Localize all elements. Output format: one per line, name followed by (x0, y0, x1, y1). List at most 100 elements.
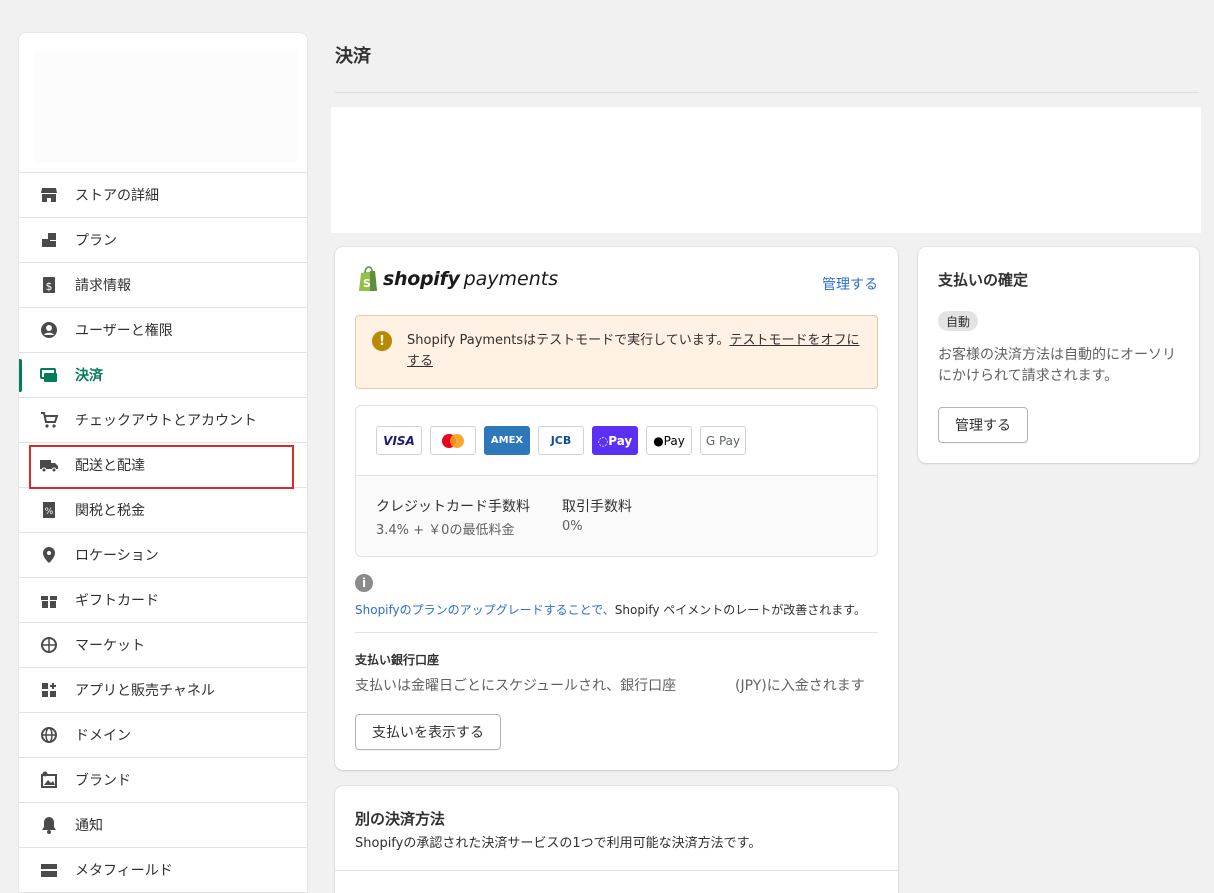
sidebar-item-payments[interactable]: 決済 (19, 353, 307, 398)
sidebar-item-label: メタフィールド (75, 863, 173, 879)
test-mode-banner: ! Shopify Paymentsはテストモードで実行しています。テストモード… (355, 315, 878, 389)
store-logo-placeholder (35, 51, 297, 163)
brand-name: shopify (383, 268, 460, 290)
capture-title: 支払いの確定 (938, 271, 1029, 289)
page-title: 決済 (335, 46, 371, 67)
sidebar-item-markets[interactable]: マーケット (19, 623, 307, 668)
sidebar-item-label: マーケット (75, 638, 145, 654)
payment-capture-card: 支払いの確定 自動 お客様の決済方法は自動的にオーソリにかけられて請求されます。… (918, 247, 1199, 463)
store-header (19, 33, 307, 173)
sidebar-item-store-details[interactable]: ストアの詳細 (19, 173, 307, 218)
status-badge: 自動 (938, 311, 979, 331)
sidebar-item-notifications[interactable]: 通知 (19, 803, 307, 848)
banner-text: Shopify Paymentsはテストモードで実行しています。 (407, 333, 730, 348)
payment-methods-box: VISA AMEX JCB ◌Pay ●Pay G Pay クレジットカード手数… (355, 405, 878, 557)
content-placeholder (331, 107, 1201, 233)
payments-icon (39, 365, 59, 385)
store-icon (39, 185, 59, 205)
svg-text:$: $ (46, 280, 53, 293)
sidebar-item-apps[interactable]: アプリと販売チャネル (19, 668, 307, 713)
domain-icon (39, 725, 59, 745)
jcb-icon: JCB (538, 426, 584, 455)
bank-account-currency: (JPY)に入金されます (735, 678, 865, 694)
credit-card-fee: クレジットカード手数料 3.4% + ￥0の最低料金 (376, 496, 530, 538)
card-divider (335, 870, 898, 871)
bank-account-title: 支払い銀行口座 (355, 653, 440, 667)
mastercard-icon (430, 426, 476, 455)
sidebar-item-checkout[interactable]: チェックアウトとアカウント (19, 398, 307, 443)
tax-icon: % (39, 500, 59, 520)
info-icon: i (355, 574, 373, 592)
sidebar-item-label: ブランド (75, 773, 131, 789)
upgrade-plan-link[interactable]: Shopifyのプランのアップグレードすることで、 (355, 603, 615, 617)
manage-capture-button[interactable]: 管理する (938, 407, 1028, 443)
sidebar-item-label: 配送と配達 (75, 458, 145, 474)
transaction-fee: 取引手数料 0% (562, 496, 632, 534)
apps-icon (39, 680, 59, 700)
sidebar-item-plan[interactable]: プラン (19, 218, 307, 263)
billing-icon: $ (39, 275, 59, 295)
metafield-icon (39, 860, 59, 880)
sidebar-item-users[interactable]: ユーザーと権限 (19, 308, 307, 353)
upgrade-note: Shopifyのプランのアップグレードすることで、Shopify ペイメントのレ… (355, 601, 866, 618)
visa-icon: VISA (376, 426, 422, 455)
credit-fee-label: クレジットカード手数料 (376, 499, 530, 515)
sidebar-item-label: ロケーション (75, 548, 159, 564)
amex-icon: AMEX (484, 426, 530, 455)
sidebar-item-label: 通知 (75, 818, 103, 834)
google-pay-icon: G Pay (700, 426, 746, 455)
shopify-bag-icon: S (359, 266, 377, 291)
alternative-payments-desc: Shopifyの承認された決済サービスの1つで利用可能な決済方法です。 (355, 836, 762, 851)
capture-desc: お客様の決済方法は自動的にオーソリにかけられて請求されます。 (938, 347, 1176, 384)
upgrade-text: Shopify ペイメントのレートが改善されます。 (614, 603, 867, 617)
svg-text:%: % (45, 507, 54, 517)
location-icon (39, 545, 59, 565)
sidebar-item-locations[interactable]: ロケーション (19, 533, 307, 578)
globe-icon (39, 635, 59, 655)
sidebar-item-label: ギフトカード (75, 593, 159, 609)
sidebar-item-shipping[interactable]: 配送と配達 (19, 443, 307, 489)
brand-suffix: payments (463, 268, 559, 290)
svg-text:S: S (363, 277, 371, 290)
gift-icon (39, 590, 59, 610)
sidebar-item-domains[interactable]: ドメイン (19, 713, 307, 758)
sidebar-item-label: ストアの詳細 (75, 188, 159, 204)
sidebar-item-brand[interactable]: ブランド (19, 758, 307, 803)
brand-icon (39, 770, 59, 790)
truck-icon (39, 455, 59, 475)
bell-icon (39, 815, 59, 835)
alternative-payments-title: 別の決済方法 (355, 810, 446, 828)
transaction-fee-value: 0% (562, 519, 583, 534)
bank-account-desc: 支払いは金曜日ごとにスケジュールされ、銀行口座 (355, 678, 677, 694)
plan-icon (39, 230, 59, 250)
title-divider (335, 92, 1199, 93)
alternative-payments-card: 別の決済方法 Shopifyの承認された決済サービスの1つで利用可能な決済方法で… (335, 786, 898, 893)
sidebar-item-label: アプリと販売チャネル (75, 683, 215, 699)
sidebar-item-label: プラン (75, 233, 117, 249)
sidebar-item-label: ユーザーと権限 (75, 323, 173, 339)
sidebar-item-label: 関税と税金 (75, 503, 145, 519)
warning-icon: ! (372, 331, 392, 351)
view-payouts-button[interactable]: 支払いを表示する (355, 714, 501, 750)
shopify-payments-logo: S shopify payments (357, 265, 558, 293)
manage-payments-link[interactable]: 管理する (822, 274, 878, 294)
sidebar-item-taxes[interactable]: % 関税と税金 (19, 488, 307, 533)
settings-sidebar: ストアの詳細 プラン $ 請求情報 ユーザーと権限 決済 チェックアウトとアカウ… (18, 32, 308, 893)
credit-fee-value: 3.4% + ￥0の最低料金 (376, 523, 515, 538)
sidebar-item-label: 請求情報 (75, 278, 131, 294)
user-icon (39, 320, 59, 340)
payment-method-icons: VISA AMEX JCB ◌Pay ●Pay G Pay (356, 406, 877, 476)
sidebar-item-label: ドメイン (75, 728, 131, 744)
sidebar-item-billing[interactable]: $ 請求情報 (19, 263, 307, 308)
sidebar-item-label: 決済 (75, 368, 103, 384)
shop-pay-icon: ◌Pay (592, 426, 638, 455)
section-divider (355, 632, 878, 633)
sidebar-item-metafields[interactable]: メタフィールド (19, 848, 307, 893)
cart-icon (39, 410, 59, 430)
fees-section: クレジットカード手数料 3.4% + ￥0の最低料金 取引手数料 0% (356, 476, 877, 556)
sidebar-item-gift-cards[interactable]: ギフトカード (19, 578, 307, 623)
apple-pay-icon: ●Pay (646, 426, 692, 455)
transaction-fee-label: 取引手数料 (562, 499, 632, 515)
sidebar-item-label: チェックアウトとアカウント (75, 413, 257, 429)
banner-message: Shopify Paymentsはテストモードで実行しています。テストモードをオ… (407, 330, 867, 372)
